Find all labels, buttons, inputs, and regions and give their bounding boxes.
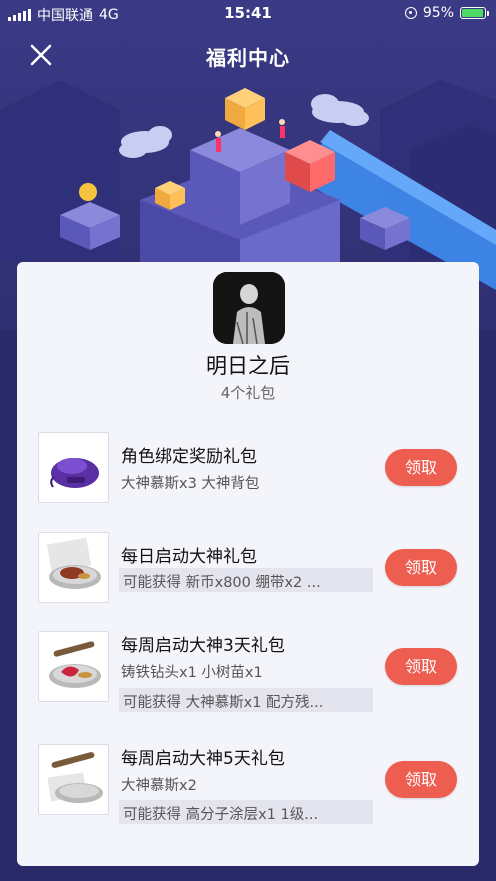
claim-button[interactable]: 领取 [385,761,457,798]
claim-button[interactable]: 领取 [385,549,457,586]
gift-thumbnail [38,744,109,815]
gift-content: 大神慕斯x2 [121,778,197,794]
gift-possible-rewards: 可能获得 新币x800 绷带x2 ... [119,568,373,592]
gift-list: 角色绑定奖励礼包 大神慕斯x3 大神背包 领取 每日启动大神礼包 可能获得 新币… [17,262,479,866]
battery-icon [460,7,489,19]
gift-possible-rewards: 可能获得 高分子涂层x1 1级... [119,800,373,824]
gift-content: 大神慕斯x3 大神背包 [121,476,260,492]
claim-button[interactable]: 领取 [385,449,457,486]
gift-content: 铸铁钻头x1 小树苗x1 [121,665,263,681]
gift-name: 每周启动大神5天礼包 [121,749,285,769]
claim-button[interactable]: 领取 [385,648,457,685]
rotation-lock-icon [404,7,417,19]
steak-plate-icon [46,537,101,589]
meat-plate-icon [49,641,101,688]
gift-name: 每周启动大神3天礼包 [121,636,285,656]
supplies-plate-icon [47,752,103,803]
status-bar: 中国联通 4G 15:41 95% [0,0,496,28]
gift-card: 明日之后 4个礼包 角色绑定奖励礼包 大神慕斯x3 大神背包 领取 每日启动大神… [17,262,479,866]
page-title: 福利中心 [206,46,290,70]
gift-name: 每日启动大神礼包 [121,547,257,567]
gift-name: 角色绑定奖励礼包 [121,447,257,467]
backpack-icon [50,458,99,488]
gift-thumbnail [38,532,109,603]
gift-possible-rewards: 可能获得 大神慕斯x1 配方残... [119,688,373,712]
gift-thumbnail [38,432,109,503]
battery-percent: 95% [422,5,454,21]
gift-thumbnail [38,631,109,702]
